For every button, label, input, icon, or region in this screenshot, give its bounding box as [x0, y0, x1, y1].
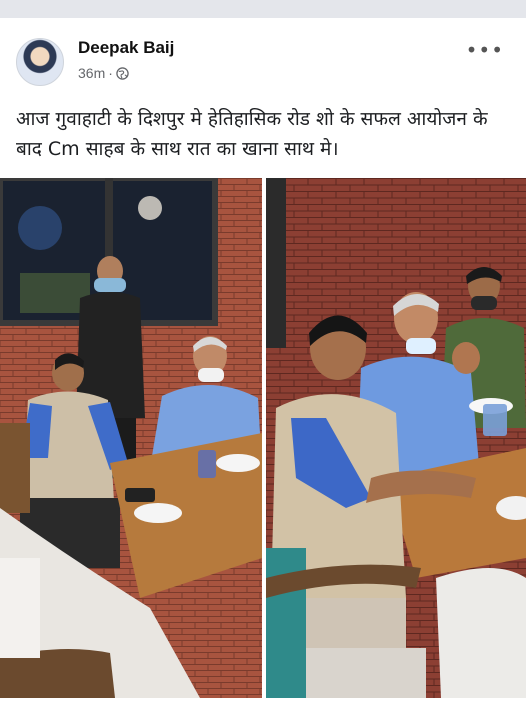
post-time[interactable]: 36m: [78, 65, 105, 81]
post-header: Deepak Baij 36m · •••: [0, 18, 526, 98]
post-meta: 36m ·: [78, 65, 129, 81]
globe-icon[interactable]: [116, 66, 129, 80]
photo-right[interactable]: [266, 178, 526, 698]
post-text: आज गुवाहाटी के दिशपुर मे हेतिहासिक रोड श…: [16, 108, 488, 160]
meta-separator: ·: [108, 65, 113, 81]
more-options-icon[interactable]: •••: [466, 38, 504, 62]
author-avatar[interactable]: [16, 38, 64, 86]
author-name[interactable]: Deepak Baij: [78, 38, 174, 58]
bottom-spacer: [0, 698, 526, 712]
top-bar: [0, 0, 526, 18]
photo-left[interactable]: [0, 178, 262, 698]
post-photos: [0, 178, 526, 698]
